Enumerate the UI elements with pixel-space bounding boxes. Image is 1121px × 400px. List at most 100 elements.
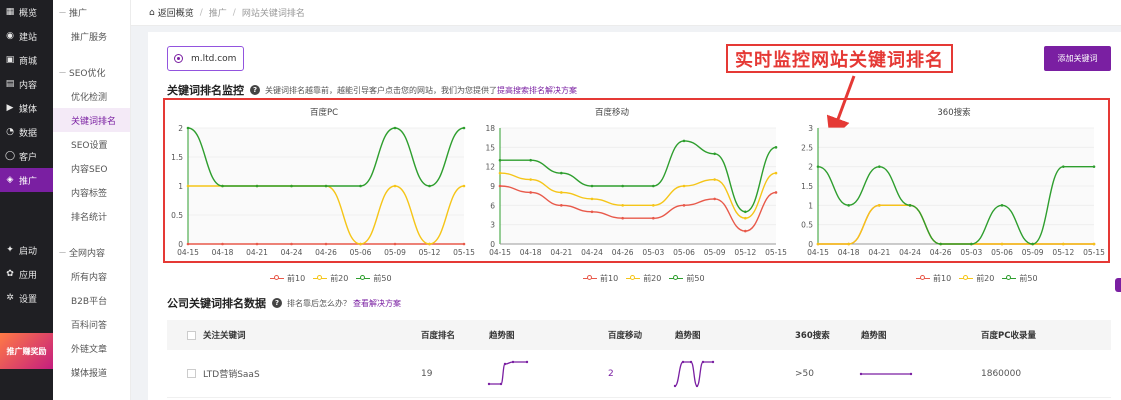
chart-icon: ◔ xyxy=(6,127,14,137)
legend-item[interactable]: 前10 xyxy=(916,273,951,284)
data-point xyxy=(186,126,190,130)
data-point xyxy=(1062,242,1065,246)
x-tick-label: 04-26 xyxy=(612,248,634,257)
data-point xyxy=(428,184,431,188)
sidebar-item-label: 商城 xyxy=(19,56,38,67)
baidu-rank-cell: 19 xyxy=(421,368,433,379)
sidebar-item-network[interactable]: 外链文章 xyxy=(53,336,130,360)
sidebar-item-seo[interactable]: SEO设置 xyxy=(53,132,130,156)
data-point xyxy=(255,242,259,246)
sidebar-item-label: 推广服务 xyxy=(71,32,108,43)
sidebar-item-label: 建站 xyxy=(19,32,38,43)
sidebar-item-network[interactable]: B2B平台 xyxy=(53,288,130,312)
sidebar-item-globe[interactable]: ◉ 建站 xyxy=(0,24,53,48)
y-tick-label: 6 xyxy=(490,201,495,210)
sidebar-item-gear[interactable]: ✲ 设置 xyxy=(0,286,53,310)
data-point xyxy=(560,171,563,175)
sidebar-item-label: 排名统计 xyxy=(71,212,108,223)
data-point xyxy=(255,184,259,188)
legend-item[interactable]: 前10 xyxy=(270,273,305,284)
chart-title: 百度PC xyxy=(310,107,338,118)
sidebar-item-label: 优化检测 xyxy=(71,92,108,103)
sidebar-item-label: 数据 xyxy=(19,128,38,139)
data-point xyxy=(529,178,532,181)
sidebar-item-label: 设置 xyxy=(19,294,38,305)
column-header: 360搜索 xyxy=(795,331,830,341)
data-point xyxy=(590,184,594,188)
column-header: 百度移动 xyxy=(608,331,643,341)
sidebar-item-promote[interactable]: ◈ 推广 xyxy=(0,168,53,192)
home-icon[interactable]: ⌂ xyxy=(149,8,155,18)
data-point xyxy=(816,242,820,246)
sidebar-item-seo[interactable]: 关键词排名 xyxy=(53,108,130,132)
side-float-tab[interactable] xyxy=(1115,278,1121,292)
sidebar-item-media[interactable]: ▶ 媒体 xyxy=(0,96,53,120)
legend-item[interactable]: 前20 xyxy=(959,273,994,284)
sidebar-item-label: 内容SEO xyxy=(71,164,108,175)
x-tick-label: 05-06 xyxy=(350,248,372,257)
sidebar-item-network[interactable]: 所有内容 xyxy=(53,264,130,288)
solution-link[interactable]: 查看解决方案 xyxy=(353,298,401,309)
sidebar-item-grid[interactable]: ▦ 概览 xyxy=(0,0,53,24)
breadcrumb-home[interactable]: 返回概览 xyxy=(158,6,194,19)
sidebar-item-network[interactable]: 媒体报道 xyxy=(53,360,130,384)
select-all-checkbox[interactable] xyxy=(187,330,196,340)
x-tick-label: 04-26 xyxy=(315,248,337,257)
data-point xyxy=(908,204,912,207)
sidebar-item-seo[interactable]: 排名统计 xyxy=(53,204,130,228)
data-point xyxy=(816,165,820,168)
data-point xyxy=(1000,204,1004,207)
promote-icon: ◈ xyxy=(6,175,14,185)
data-point xyxy=(774,191,778,194)
data-point xyxy=(1092,242,1096,246)
sparkline-point xyxy=(487,382,491,386)
data-point xyxy=(529,158,532,162)
breadcrumb-level1[interactable]: 推广 xyxy=(209,6,227,19)
user-icon: ◯ xyxy=(5,151,16,161)
sidebar-item-seo[interactable]: 内容SEO xyxy=(53,156,130,180)
legend-item[interactable]: 前20 xyxy=(313,273,348,284)
data-point xyxy=(713,178,716,181)
legend-item[interactable]: 前50 xyxy=(1002,273,1038,284)
data-point xyxy=(682,139,686,143)
sidebar-item-user[interactable]: ◯ 客户 xyxy=(0,144,53,168)
sidebar-item-shop[interactable]: ▣ 商城 xyxy=(0,48,53,72)
secondary-sidebar: — 推广 推广服务 — SEO优化 优化检测 关键词排名 SEO设置 内容SEO 内容标签排… xyxy=(53,0,131,400)
promo-banner[interactable]: 推广赚奖励 xyxy=(0,333,53,369)
sidebar-item-seo[interactable]: 内容标签 xyxy=(53,180,130,204)
sidebar-item-label: 启动 xyxy=(19,246,38,257)
row-checkbox[interactable] xyxy=(187,369,196,378)
data-point xyxy=(847,204,850,207)
sidebar-item-chart[interactable]: ◔ 数据 xyxy=(0,120,53,144)
x-tick-label: 04-24 xyxy=(581,248,603,257)
sidebar-item-launch[interactable]: ✦ 启动 xyxy=(0,238,53,262)
help-icon[interactable]: ? xyxy=(272,298,282,308)
legend-item[interactable]: 前10 xyxy=(583,273,618,284)
x-tick-label: 05-03 xyxy=(960,248,982,257)
sidebar-item-apps[interactable]: ✿ 应用 xyxy=(0,262,53,286)
column-header: 关注关键词 xyxy=(203,331,246,341)
sidebar-item-network[interactable]: 百科问答 xyxy=(53,312,130,336)
chart-legend: 前10 前20 前50 xyxy=(916,273,1046,284)
table-row[interactable]: LTD营销SaaS 19 2 >50 1860000 xyxy=(167,350,1111,398)
x-tick-label: 05-03 xyxy=(642,248,664,257)
y-tick-label: 3 xyxy=(808,124,813,133)
sparkline-point xyxy=(499,382,503,386)
sidebar-item-promote-service[interactable]: 推广服务 xyxy=(53,24,130,48)
sidebar-item-seo[interactable]: 优化检测 xyxy=(53,84,130,108)
legend-swatch xyxy=(626,275,641,280)
data-point xyxy=(560,191,563,194)
data-point xyxy=(590,210,594,214)
y-tick-label: 2 xyxy=(808,163,813,172)
data-point xyxy=(359,242,362,246)
legend-item[interactable]: 前50 xyxy=(669,273,705,284)
y-tick-label: 1 xyxy=(808,201,813,210)
nav-group-promote: — 推广 xyxy=(53,0,130,24)
chart-title: 百度移动 xyxy=(595,107,630,118)
data-point xyxy=(939,242,942,246)
legend-item[interactable]: 前50 xyxy=(356,273,392,284)
data-point xyxy=(878,204,881,207)
sidebar-item-doc[interactable]: ▤ 内容 xyxy=(0,72,53,96)
company-section-title: 公司关键词排名数据 ? 排名靠后怎么办？ 查看解决方案 xyxy=(167,295,401,311)
legend-item[interactable]: 前20 xyxy=(626,273,661,284)
